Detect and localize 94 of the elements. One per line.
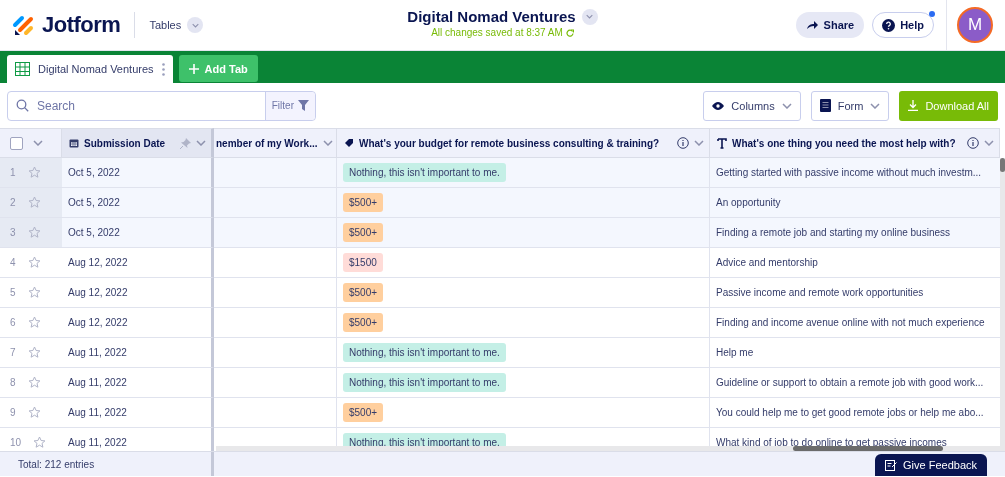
star-icon[interactable]	[27, 346, 41, 359]
row-number: 3	[10, 227, 16, 238]
funnel-icon	[298, 100, 309, 111]
budget-tag: $500+	[343, 403, 384, 422]
info-icon[interactable]	[967, 137, 979, 149]
date-cell: Aug 11, 2022	[62, 398, 214, 428]
filter-button[interactable]: Filter	[264, 91, 315, 120]
more-options-icon[interactable]	[161, 62, 165, 76]
download-all-button[interactable]: Download All	[899, 90, 998, 121]
star-icon[interactable]	[27, 226, 41, 239]
vertical-scrollbar[interactable]	[1000, 158, 1005, 172]
document-icon	[819, 99, 831, 112]
select-menu-icon	[33, 140, 43, 146]
row-header[interactable]: 3	[0, 218, 62, 248]
budget-tag: $500+	[343, 283, 384, 302]
app-logo-text: Jotform	[42, 12, 121, 38]
row-number: 1	[10, 167, 16, 178]
column-menu-icon	[196, 140, 206, 146]
calendar-icon	[69, 138, 79, 148]
budget-tag: $500+	[343, 313, 384, 332]
row-number: 4	[10, 257, 16, 268]
help-button[interactable]: Help	[872, 12, 934, 38]
star-icon[interactable]	[27, 196, 41, 209]
refresh-icon	[565, 28, 574, 37]
user-avatar[interactable]: M	[957, 7, 993, 43]
table-title: Digital Nomad Ventures	[407, 8, 576, 25]
row-number: 6	[10, 317, 16, 328]
select-all-checkbox[interactable]	[10, 136, 23, 150]
date-cell: Aug 12, 2022	[62, 248, 214, 278]
row-number: 7	[10, 347, 16, 358]
star-icon[interactable]	[33, 436, 47, 449]
text-cell: Finding a remote job and starting my online business	[710, 218, 1000, 248]
budget-tag: Nothing, this isn't important to me.	[343, 373, 506, 392]
budget-tag: Nothing, this isn't important to me.	[343, 163, 506, 182]
row-number: 5	[10, 287, 16, 298]
text-cell: An opportunity	[710, 188, 1000, 218]
share-arrow-icon	[805, 20, 818, 30]
tables-menu[interactable]: Tables	[149, 17, 204, 33]
column-header[interactable]: nember of my Work...	[214, 128, 337, 158]
star-icon[interactable]	[27, 166, 41, 179]
row-number: 9	[10, 407, 16, 418]
column-menu-icon	[694, 140, 704, 146]
column-menu-icon	[323, 140, 333, 146]
download-icon	[908, 100, 919, 111]
give-feedback-button[interactable]: Give Feedback	[875, 454, 987, 476]
row-number: 2	[10, 197, 16, 208]
column-header[interactable]: What's your budget for remote business consulting & training?	[337, 128, 710, 158]
eye-icon	[712, 101, 725, 110]
logo-icon	[12, 13, 36, 37]
search-field[interactable]: Search Filter	[7, 90, 316, 121]
date-cell: Aug 11, 2022	[62, 338, 214, 368]
share-button[interactable]: Share	[795, 12, 865, 38]
date-cell: Aug 12, 2022	[62, 308, 214, 338]
star-icon[interactable]	[27, 256, 41, 269]
budget-tag: $1500	[343, 253, 383, 272]
text-cell: Getting started with passive income without much investm...	[710, 158, 1000, 188]
tag-icon	[344, 138, 354, 148]
feedback-icon	[885, 459, 897, 471]
row-number: 10	[10, 437, 22, 448]
date-cell: Aug 11, 2022	[62, 368, 214, 398]
date-cell: Oct 5, 2022	[62, 188, 214, 218]
budget-tag: $500+	[343, 193, 384, 212]
column-header[interactable]: What's one thing you need the most help with?	[710, 128, 1000, 158]
grid-icon	[15, 62, 30, 76]
date-cell: Aug 12, 2022	[62, 278, 214, 308]
column-menu-icon	[984, 140, 994, 146]
pin-icon[interactable]	[180, 137, 191, 149]
date-cell: Oct 5, 2022	[62, 218, 214, 248]
save-status: All changes saved at 8:37 AM	[431, 27, 563, 38]
star-icon[interactable]	[27, 376, 41, 389]
search-icon	[16, 99, 29, 112]
table-tab[interactable]: Digital Nomad Ventures	[7, 55, 173, 83]
date-cell: Oct 5, 2022	[62, 158, 214, 188]
chevron-down-icon	[781, 102, 792, 109]
budget-tag: Nothing, this isn't important to me.	[343, 343, 506, 362]
column-header[interactable]: Submission Date	[62, 128, 214, 158]
columns-button[interactable]: Columns	[703, 90, 801, 121]
star-icon[interactable]	[27, 286, 41, 299]
row-number: 8	[10, 377, 16, 388]
title-chevron-icon	[586, 14, 594, 19]
star-icon[interactable]	[27, 406, 41, 419]
star-icon[interactable]	[27, 316, 41, 329]
plus-icon	[188, 63, 199, 74]
chevron-down-icon	[191, 22, 199, 28]
chevron-down-icon	[870, 102, 881, 109]
row-header[interactable]: 2	[0, 188, 62, 218]
form-button[interactable]: Form	[810, 90, 890, 121]
row-header[interactable]: 1	[0, 158, 62, 188]
total-entries: Total: 212 entries	[18, 458, 95, 470]
text-type-icon	[717, 137, 727, 149]
help-icon	[882, 18, 896, 32]
add-tab-button[interactable]: Add Tab	[178, 55, 258, 82]
budget-tag: $500+	[343, 223, 384, 242]
info-icon[interactable]	[677, 137, 689, 149]
